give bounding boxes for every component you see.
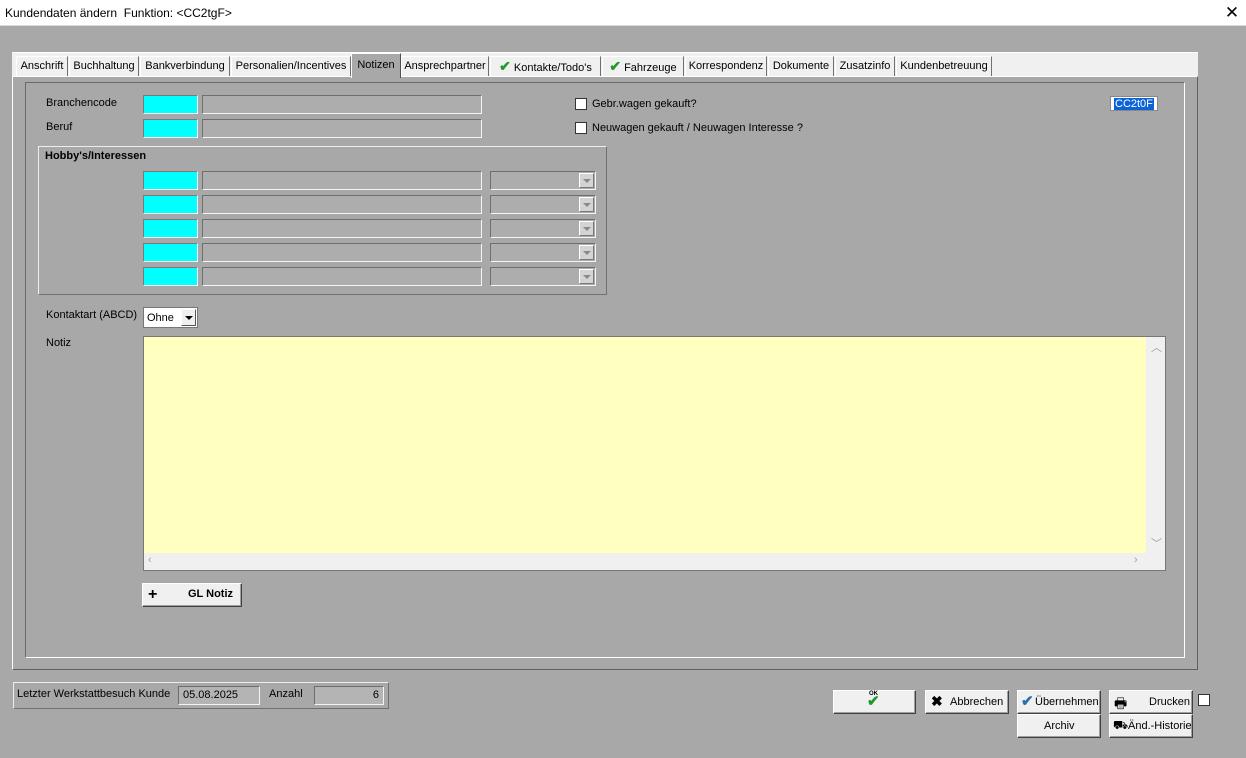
kontaktart-value: Ohne (147, 312, 174, 324)
tab-buchhaltung[interactable]: Buchhaltung (69, 56, 139, 77)
uebernehmen-button[interactable]: ✔ Übernehmen (1017, 690, 1101, 714)
archiv-button[interactable]: Archiv (1017, 714, 1101, 738)
hobby-combo[interactable] (490, 267, 596, 286)
beruf-input[interactable] (143, 119, 198, 138)
chevron-down-icon[interactable] (181, 309, 196, 326)
tab-korrespondenz[interactable]: Korrespondenz (685, 56, 767, 77)
tab-personalien-incentives[interactable]: Personalien/Incentives (231, 56, 351, 77)
anzahl-label: Anzahl (269, 688, 303, 700)
title-bar: Kundendaten ändern Funktion: <CC2tgF> ✕ (0, 0, 1246, 26)
chevron-left-icon[interactable]: ‹ (148, 554, 152, 566)
notiz-textarea[interactable] (143, 336, 1166, 571)
hobby-description-field (202, 243, 482, 262)
checkmark-icon: ✔ (499, 58, 511, 74)
close-icon[interactable]: ✕ (1218, 0, 1246, 26)
hobby-combo[interactable] (490, 243, 596, 262)
checkmark-icon: ✔ (609, 58, 622, 74)
chevron-up-icon[interactable]: ︿ (1151, 339, 1162, 355)
code-value: CC2t0F (1114, 98, 1154, 110)
plus-icon: + (148, 586, 158, 603)
tab-ansprechpartner[interactable]: Ansprechpartner (401, 56, 489, 77)
branchencode-input[interactable] (143, 95, 198, 114)
neuwagen-label: Neuwagen gekauft / Neuwagen Interesse ? (592, 122, 803, 134)
beruf-description-field (202, 119, 482, 138)
chevron-down-icon[interactable] (579, 197, 594, 212)
chevron-down-icon[interactable] (579, 269, 594, 284)
hobby-description-field (202, 219, 482, 238)
gl-notiz-button[interactable]: + GL Notiz (142, 583, 242, 607)
scrollbar-corner (1146, 553, 1165, 570)
hobby-description-field (202, 195, 482, 214)
chevron-down-icon[interactable] (579, 221, 594, 236)
uebernehmen-label: Übernehmen (1035, 696, 1099, 708)
window-title: Kundendaten ändern Funktion: <CC2tgF> (5, 6, 232, 20)
gebrauchtwagen-label: Gebr.wagen gekauft? (592, 98, 697, 110)
tab-fahrzeuge[interactable]: ✔ Fahrzeuge (602, 56, 684, 77)
tab-bankverbindung[interactable]: Bankverbindung (140, 56, 230, 77)
drucken-checkbox[interactable] (1198, 694, 1210, 706)
chevron-down-icon[interactable] (579, 173, 594, 188)
notiz-label: Notiz (46, 337, 72, 349)
tab-dokumente[interactable]: Dokumente (768, 56, 834, 77)
tab-anschrift[interactable]: Anschrift (16, 56, 68, 77)
branchencode-label: Branchencode (46, 97, 117, 109)
tab-kontakte-todos[interactable]: ✔ Kontakte/Todo's (490, 56, 601, 77)
drucken-button[interactable]: 🖶 Drucken (1109, 690, 1193, 714)
archiv-label: Archiv (1044, 720, 1075, 732)
notiz-horizontal-scrollbar[interactable]: ‹ › (144, 553, 1146, 570)
history-icon: ⛟ (1113, 718, 1129, 732)
ok-label: OK (869, 691, 878, 697)
drucken-label: Drucken (1149, 696, 1190, 708)
gebrauchtwagen-checkbox[interactable] (575, 98, 587, 110)
apply-check-icon: ✔ (1021, 693, 1034, 710)
historie-label: Änd.-Historie (1128, 720, 1192, 732)
tab-strip: Anschrift Buchhaltung Bankverbindung Per… (12, 52, 1198, 78)
hobby-combo[interactable] (490, 219, 596, 238)
beruf-label: Beruf (46, 121, 73, 133)
branchencode-description-field (202, 95, 482, 114)
chevron-down-icon[interactable] (579, 245, 594, 260)
ok-button[interactable]: ✔ OK (833, 690, 916, 714)
kontaktart-select[interactable]: Ohne (143, 307, 198, 328)
tab-kundenbetreuung[interactable]: Kundenbetreuung (896, 56, 992, 77)
chevron-right-icon[interactable]: › (1134, 554, 1138, 566)
hobbies-title: Hobby's/Interessen (45, 150, 147, 162)
hobby-combo[interactable] (490, 171, 596, 190)
hobby-code-input[interactable] (143, 267, 198, 286)
hobby-code-input[interactable] (143, 171, 198, 190)
hobby-code-input[interactable] (143, 195, 198, 214)
cancel-x-icon: ✖ (931, 693, 943, 709)
abbrechen-label: Abbrechen (950, 696, 1004, 708)
anzahl-field: 6 (314, 686, 384, 705)
abbrechen-button[interactable]: ✖ Abbrechen (925, 690, 1009, 714)
tab-notizen[interactable]: Notizen (351, 53, 401, 78)
hobby-code-input[interactable] (143, 219, 198, 238)
hobby-code-input[interactable] (143, 243, 198, 262)
neuwagen-checkbox[interactable] (575, 122, 587, 134)
chevron-down-icon[interactable]: ﹀ (1151, 535, 1162, 551)
historie-button[interactable]: ⛟ Änd.-Historie (1109, 714, 1193, 738)
gl-notiz-label: GL Notiz (188, 588, 234, 600)
hobby-description-field (202, 267, 482, 286)
tab-zusatzinfo[interactable]: Zusatzinfo (835, 56, 895, 77)
code-field[interactable]: CC2t0F (1110, 96, 1158, 111)
werkstatt-date-field: 05.08.2025 (178, 686, 260, 705)
hobby-description-field (202, 171, 482, 190)
hobby-combo[interactable] (490, 195, 596, 214)
notiz-vertical-scrollbar[interactable]: ︿ ﹀ (1146, 337, 1165, 553)
werkstatt-label: Letzter Werkstattbesuch Kunde (17, 688, 171, 700)
kontaktart-label: Kontaktart (ABCD) (46, 309, 138, 321)
